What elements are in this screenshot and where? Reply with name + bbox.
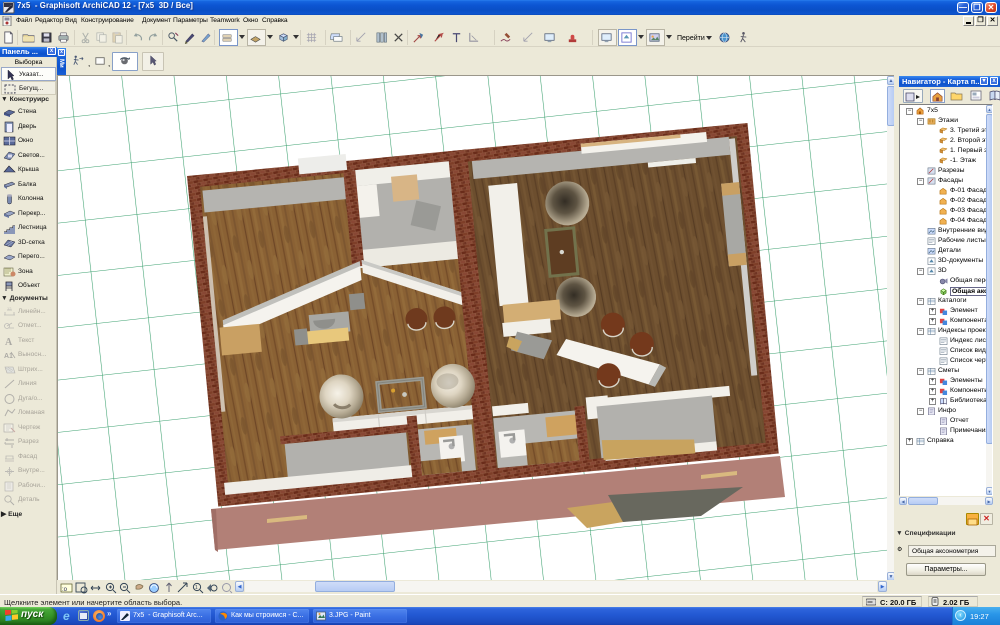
svg-text:A: A [5,337,13,347]
svg-text::o: :o [62,587,68,593]
svg-text:A1: A1 [4,353,13,360]
svg-text:12: 12 [7,306,12,311]
svg-text:1: 1 [195,585,198,591]
